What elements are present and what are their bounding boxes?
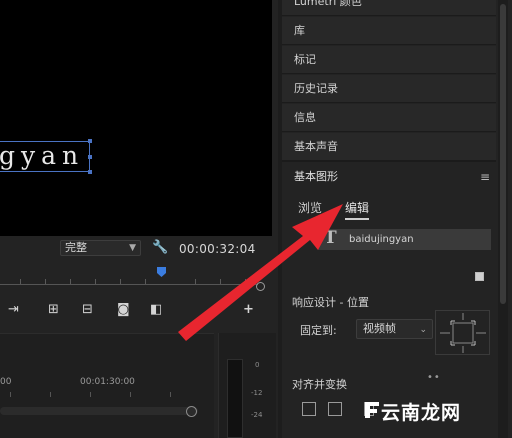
right-panel-stack: Lumetri 颜色 库 标记 历史记录 信息 基本声音 基本图形 ≡ 浏览 编… [282, 0, 512, 438]
align-more-icon[interactable]: •• [427, 372, 441, 383]
essential-graphics-title: 基本图形 [294, 170, 338, 183]
panel-menu-icon[interactable]: ≡ [480, 162, 490, 192]
layer-name: baidujingyan [349, 234, 414, 245]
chevron-down-icon: ▼ [129, 243, 136, 253]
panel-item-lumetri-color[interactable]: Lumetri 颜色 [282, 0, 496, 16]
add-icon[interactable]: + [243, 302, 254, 317]
new-layer-icon[interactable] [475, 272, 484, 281]
essential-graphics-header[interactable]: 基本图形 ≡ [282, 161, 496, 191]
playhead-timecode[interactable]: 00:00:32:04 [179, 242, 256, 256]
camera-icon[interactable]: ◙ [117, 302, 130, 317]
fit-value: 完整 [65, 241, 87, 254]
audio-meter-label: -12 [251, 389, 263, 397]
ruler-tick [220, 279, 221, 284]
wrench-icon[interactable]: 🔧 [152, 240, 168, 255]
pin-to-value: 视频帧 [363, 322, 396, 335]
align-horizontal-icon[interactable] [302, 402, 316, 416]
lift-icon[interactable]: ⊞ [48, 302, 59, 317]
fit-dropdown[interactable]: 完整 ▼ [60, 240, 141, 256]
text-layer-icon: T [324, 228, 337, 248]
ruler-baseline [0, 284, 258, 285]
align-vertical-icon[interactable] [328, 402, 342, 416]
ruler-tick [195, 279, 196, 284]
panel-scrollbar-thumb[interactable] [500, 4, 506, 304]
audio-meter-bar [227, 359, 243, 438]
watermark-logo-icon [365, 402, 379, 418]
panel-item-history[interactable]: 历史记录 [282, 75, 496, 103]
timeline-tick [50, 392, 51, 397]
extract-icon[interactable]: ⊟ [82, 302, 93, 317]
zoom-scroll-knob[interactable] [256, 282, 265, 291]
ruler-tick [95, 279, 96, 284]
ruler-tick [145, 279, 146, 284]
responsive-design-label: 响应设计 - 位置 [292, 296, 369, 309]
ruler-tick [70, 279, 71, 284]
ruler-tick [245, 279, 246, 284]
audio-meter-label: -24 [251, 411, 263, 419]
panel-item-markers[interactable]: 标记 [282, 46, 496, 74]
pin-frame-icon [440, 313, 486, 353]
timeline-scrollbar[interactable] [0, 407, 198, 415]
timeline-tick [90, 392, 91, 397]
panel-item-info[interactable]: 信息 [282, 104, 496, 132]
watermark-text: 云南龙网 [381, 402, 462, 424]
video-preview[interactable]: gyan [0, 0, 272, 236]
pin-to-label: 固定到: [300, 324, 337, 337]
timeline-tick [10, 392, 11, 397]
pin-edges-diagram[interactable] [435, 310, 490, 355]
transport-controls: ⇥ ⊞ ⊟ ◙ ◧ + [0, 300, 270, 322]
title-text-bounding-box[interactable]: gyan [0, 141, 90, 172]
bbox-handle-middle-right[interactable] [88, 155, 92, 159]
audio-meter-label: 0 [255, 361, 260, 369]
timeline-panel: 00 00:01:30:00 [0, 333, 214, 438]
timeline-tick [170, 392, 171, 397]
timeline-tick [130, 392, 131, 397]
panel-item-essential-sound[interactable]: 基本声音 [282, 133, 496, 161]
watermark: 云南龙网 [363, 398, 507, 424]
ruler-tick [20, 279, 21, 284]
panel-scrollbar[interactable] [498, 0, 508, 438]
chevron-down-icon: ⌄ [419, 325, 427, 335]
align-transform-label: 对齐并变换 [292, 378, 347, 391]
monitor-time-ruler[interactable] [0, 266, 270, 288]
timeline-time-label: 00:01:30:00 [80, 377, 135, 387]
timeline-time-label: 00 [0, 377, 12, 387]
timeline-scroll-knob[interactable] [186, 406, 197, 417]
pin-to-dropdown[interactable]: 视频帧 ⌄ [356, 319, 433, 339]
bbox-handle-bottom-right[interactable] [88, 170, 92, 174]
program-monitor: gyan 完整 ▼ 🔧 00:00:32:04 ⇥ ⊞ ⊟ ◙ ◧ + 00 0… [0, 0, 278, 438]
tab-edit[interactable]: 编辑 [345, 199, 370, 220]
title-text: gyan [0, 141, 85, 170]
tab-browse[interactable]: 浏览 [298, 199, 322, 216]
ruler-tick [120, 279, 121, 284]
panel-item-libraries[interactable]: 库 [282, 17, 496, 45]
essential-graphics-tabs: 浏览 编辑 [282, 196, 496, 220]
bbox-handle-top-right[interactable] [88, 139, 92, 143]
ruler-tick [45, 279, 46, 284]
compare-icon[interactable]: ◧ [150, 302, 162, 317]
graphic-layer-row[interactable]: baidujingyan [318, 229, 491, 250]
audio-meter: 0 -12 -24 [218, 333, 276, 438]
step-forward-icon[interactable]: ⇥ [8, 302, 19, 317]
